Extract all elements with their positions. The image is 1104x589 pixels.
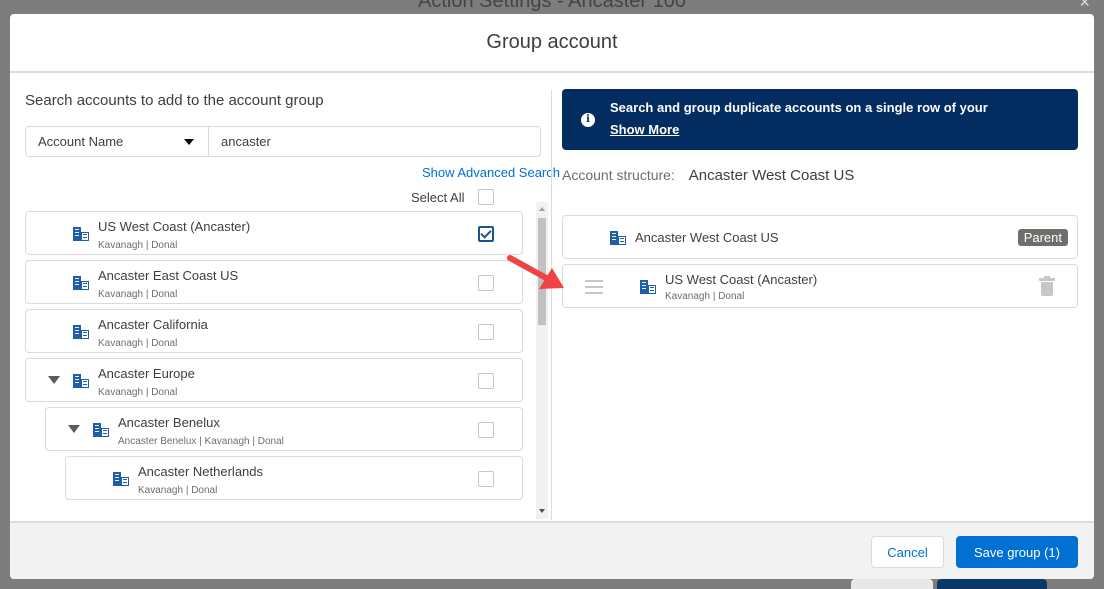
result-row[interactable]: Ancaster Netherlands Kavanagh | Donal (65, 456, 523, 500)
parent-badge: Parent (1017, 229, 1068, 246)
modal-title: Group account (486, 31, 618, 53)
child-account-owner: Kavanagh | Donal (665, 291, 745, 302)
show-advanced-search-link[interactable]: Show Advanced Search (422, 165, 560, 180)
result-account-owner: Kavanagh | Donal (98, 387, 178, 398)
annotation-arrow-icon (507, 255, 564, 289)
result-account-name: Ancaster Europe (98, 366, 195, 381)
account-icon (640, 280, 656, 294)
select-all-checkbox[interactable] (478, 189, 495, 205)
select-all: Select All (411, 189, 495, 205)
results-scrollbar[interactable] (536, 202, 548, 519)
chevron-down-icon[interactable] (48, 376, 60, 384)
modal-footer: Cancel Save group (1) (10, 521, 1094, 579)
result-checkbox[interactable] (478, 226, 494, 242)
search-field-select-value: Account Name (38, 134, 124, 149)
account-structure-value: Ancaster West Coast US (688, 167, 855, 184)
result-account-name: Ancaster California (98, 317, 208, 332)
result-row[interactable]: Ancaster California Kavanagh | Donal (25, 309, 523, 353)
chevron-down-icon (184, 139, 194, 145)
save-group-button[interactable]: Save group (1) (956, 536, 1078, 568)
result-account-name: Ancaster Netherlands (138, 464, 264, 479)
result-account-name: Ancaster Benelux (118, 415, 220, 430)
info-icon: i (581, 113, 595, 127)
result-row[interactable]: Ancaster Europe Kavanagh | Donal (25, 358, 523, 402)
trash-icon[interactable] (1039, 276, 1055, 296)
result-account-owner: Ancaster Benelux | Kavanagh | Donal (118, 436, 284, 447)
result-account-owner: Kavanagh | Donal (98, 338, 178, 349)
account-icon (73, 276, 89, 290)
group-account-modal: Group account Search accounts to add to … (10, 14, 1094, 579)
parent-account-name: Ancaster West Coast US (635, 230, 779, 245)
account-icon (610, 231, 626, 245)
scroll-up-icon[interactable] (539, 207, 545, 211)
result-checkbox[interactable] (478, 275, 494, 291)
results-list: US West Coast (Ancaster) Kavanagh | Donal… (25, 211, 540, 519)
search-panel-title: Search accounts to add to the account gr… (25, 92, 324, 109)
result-account-owner: Kavanagh | Donal (98, 289, 178, 300)
backdrop-close-icon: × (1079, 0, 1090, 12)
scroll-down-icon[interactable] (539, 509, 545, 513)
account-structure: Account structure: Ancaster West Coast U… (562, 167, 854, 184)
backdrop-primary-button (937, 579, 1047, 589)
cancel-button[interactable]: Cancel (871, 536, 944, 568)
result-checkbox[interactable] (478, 422, 494, 438)
result-checkbox[interactable] (478, 471, 494, 487)
parent-account-row: Ancaster West Coast US Parent (562, 215, 1078, 259)
child-account-name: US West Coast (Ancaster) (665, 272, 818, 287)
drag-handle-icon[interactable] (585, 280, 603, 294)
child-account-row[interactable]: US West Coast (Ancaster) Kavanagh | Dona… (562, 264, 1078, 308)
account-icon (93, 423, 109, 437)
search-field-select[interactable]: Account Name (25, 126, 209, 157)
account-icon (113, 472, 129, 486)
result-checkbox[interactable] (478, 324, 494, 340)
backdrop-button (851, 579, 933, 589)
banner-message: Search and group duplicate accounts on a… (610, 100, 988, 115)
modal-header: Group account (10, 14, 1094, 73)
info-banner: i Search and group duplicate accounts on… (562, 89, 1078, 150)
result-row[interactable]: Ancaster Benelux Ancaster Benelux | Kavan… (45, 407, 523, 451)
result-account-name: US West Coast (Ancaster) (98, 219, 251, 234)
result-row[interactable]: US West Coast (Ancaster) Kavanagh | Donal (25, 211, 523, 255)
chevron-down-icon[interactable] (68, 425, 80, 433)
account-icon (73, 325, 89, 339)
show-more-link[interactable]: Show More (610, 122, 679, 137)
panel-divider (551, 90, 552, 520)
result-checkbox[interactable] (478, 373, 494, 389)
account-icon (73, 374, 89, 388)
backdrop-page-title: Action Settings - Ancaster 100 (418, 0, 686, 12)
account-icon (73, 227, 89, 241)
account-structure-label: Account structure: (562, 167, 675, 183)
search-input[interactable] (209, 126, 541, 157)
search-row: Account Name (25, 126, 541, 157)
result-row[interactable]: Ancaster East Coast US Kavanagh | Donal (25, 260, 523, 304)
result-account-owner: Kavanagh | Donal (138, 485, 218, 496)
result-account-name: Ancaster East Coast US (98, 268, 239, 283)
result-account-owner: Kavanagh | Donal (98, 240, 178, 251)
search-panel: Search accounts to add to the account gr… (25, 92, 560, 205)
select-all-label: Select All (411, 189, 465, 205)
